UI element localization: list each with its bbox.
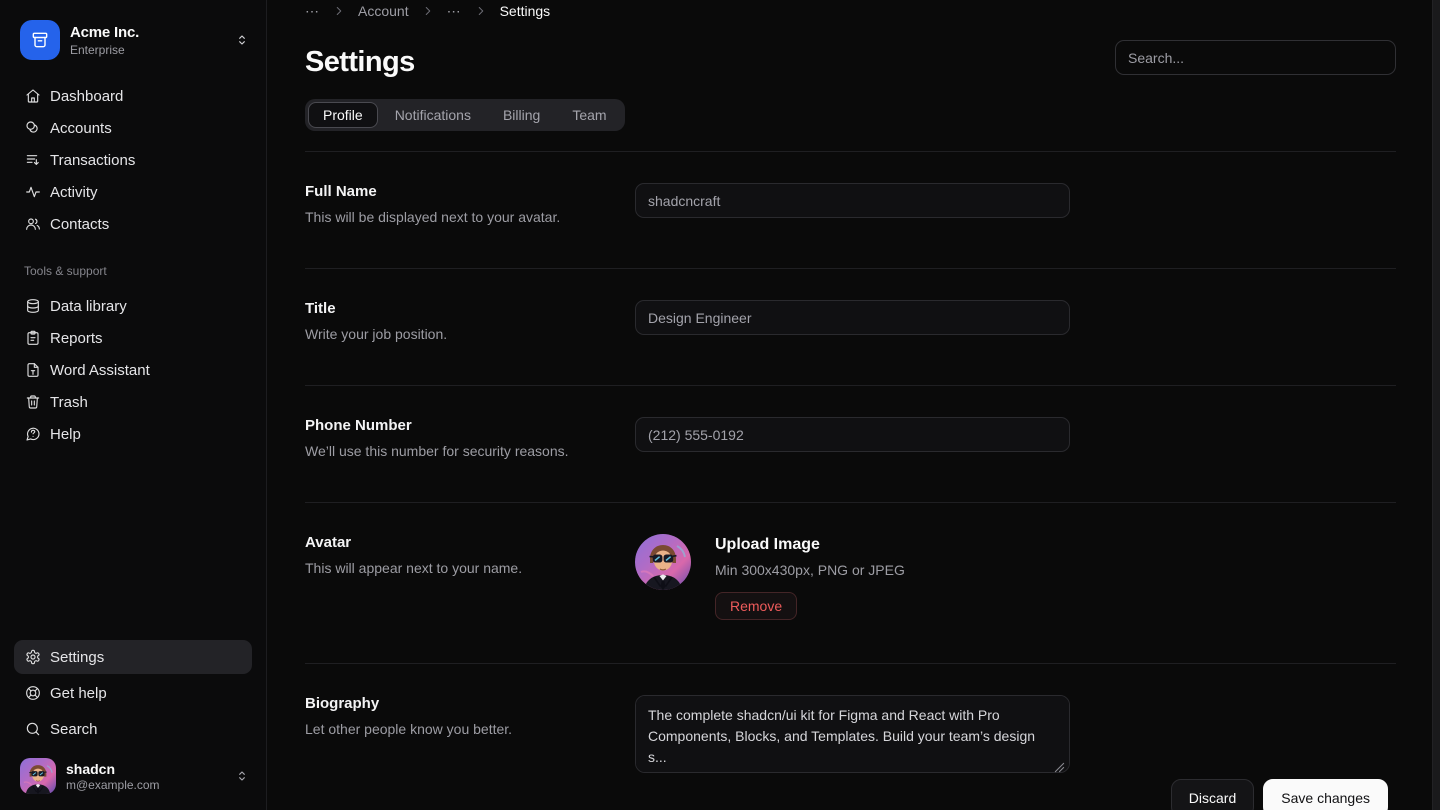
user-avatar xyxy=(20,758,56,794)
sidebar-item-get-help[interactable]: Get help xyxy=(14,676,252,710)
title-row: Title Write your job position. xyxy=(305,269,1396,386)
avatar-label: Avatar xyxy=(305,534,635,551)
remove-avatar-button[interactable]: Remove xyxy=(715,592,797,620)
full-name-field[interactable] xyxy=(635,183,1070,218)
biography-description: Let other people know you better. xyxy=(305,721,635,737)
avatar-preview xyxy=(635,534,691,590)
tools-nav: Data library Reports Word Assistant Tras… xyxy=(0,286,266,450)
phone-description: We’ll use this number for security reaso… xyxy=(305,443,635,459)
sidebar-item-data-library[interactable]: Data library xyxy=(14,290,252,322)
biography-label: Biography xyxy=(305,695,635,712)
tab-billing[interactable]: Billing xyxy=(488,102,555,128)
sidebar-item-trash[interactable]: Trash xyxy=(14,386,252,418)
biography-field[interactable]: The complete shadcn/ui kit for Figma and… xyxy=(635,695,1070,773)
settings-page: Acme Inc. Enterprise Dashboard Accounts … xyxy=(0,0,1440,810)
sidebar-item-label: Reports xyxy=(50,330,103,347)
sidebar-item-label: Search xyxy=(50,721,98,738)
org-logo xyxy=(20,20,60,60)
tab-team[interactable]: Team xyxy=(557,102,621,128)
sidebar-item-label: Get help xyxy=(50,685,107,702)
sidebar-item-search[interactable]: Search xyxy=(14,712,252,746)
org-plan: Enterprise xyxy=(70,43,224,57)
pulse-icon xyxy=(25,184,41,200)
sidebar-item-label: Settings xyxy=(50,649,104,666)
sidebar-item-settings[interactable]: Settings xyxy=(14,640,252,674)
file-type-icon xyxy=(25,362,41,378)
database-icon xyxy=(25,298,41,314)
help-bubble-icon xyxy=(25,426,41,442)
resize-handle-icon[interactable] xyxy=(1054,760,1065,771)
breadcrumb-ellipsis[interactable]: ⋯ xyxy=(447,3,462,20)
save-changes-button[interactable]: Save changes xyxy=(1263,779,1388,810)
breadcrumb-ellipsis[interactable]: ⋯ xyxy=(305,3,320,20)
sidebar-item-label: Activity xyxy=(50,184,98,201)
breadcrumb-account[interactable]: Account xyxy=(358,3,409,19)
breadcrumb: ⋯ Account ⋯ Settings xyxy=(305,0,1396,20)
phone-row: Phone Number We’ll use this number for s… xyxy=(305,386,1396,503)
sidebar-item-contacts[interactable]: Contacts xyxy=(14,208,252,240)
tab-notifications[interactable]: Notifications xyxy=(380,102,486,128)
biography-row: Biography Let other people know you bett… xyxy=(305,664,1396,778)
title-label: Title xyxy=(305,300,635,317)
avatar-description: This will appear next to your name. xyxy=(305,560,635,576)
sidebar-item-activity[interactable]: Activity xyxy=(14,176,252,208)
tools-section-label: Tools & support xyxy=(0,240,266,286)
sidebar-item-dashboard[interactable]: Dashboard xyxy=(14,80,252,112)
phone-label: Phone Number xyxy=(305,417,635,434)
chevron-right-icon xyxy=(332,4,346,18)
title-description: Write your job position. xyxy=(305,326,635,342)
sidebar-item-label: Dashboard xyxy=(50,88,123,105)
discard-button[interactable]: Discard xyxy=(1171,779,1254,810)
sidebar-item-help[interactable]: Help xyxy=(14,418,252,450)
magnifier-icon xyxy=(25,721,41,737)
archive-icon xyxy=(30,30,50,50)
user-menu[interactable]: shadcn m@example.com xyxy=(0,748,266,810)
list-arrow-icon xyxy=(25,152,41,168)
sidebar-item-label: Data library xyxy=(50,298,127,315)
sidebar-item-label: Help xyxy=(50,426,81,443)
users-icon xyxy=(25,216,41,232)
sidebar-item-word-assistant[interactable]: Word Assistant xyxy=(14,354,252,386)
upload-image-hint: Min 300x430px, PNG or JPEG xyxy=(715,562,905,578)
sidebar-item-label: Word Assistant xyxy=(50,362,150,379)
chevron-right-icon xyxy=(474,4,488,18)
upload-image-title[interactable]: Upload Image xyxy=(715,534,905,554)
primary-nav: Dashboard Accounts Transactions Activity… xyxy=(0,76,266,240)
full-name-label: Full Name xyxy=(305,183,635,200)
user-email: m@example.com xyxy=(66,778,224,792)
user-name: shadcn xyxy=(66,761,224,777)
main-content: ⋯ Account ⋯ Settings Settings Profile No… xyxy=(267,0,1432,810)
footer-nav: Settings Get help Search xyxy=(0,640,266,748)
full-name-description: This will be displayed next to your avat… xyxy=(305,209,635,225)
clipboard-icon xyxy=(25,330,41,346)
sidebar-item-label: Transactions xyxy=(50,152,135,169)
house-icon xyxy=(25,88,41,104)
tab-profile[interactable]: Profile xyxy=(308,102,378,128)
sidebar-item-transactions[interactable]: Transactions xyxy=(14,144,252,176)
full-name-row: Full Name This will be displayed next to… xyxy=(305,152,1396,269)
breadcrumb-current: Settings xyxy=(500,3,551,19)
scrollbar[interactable] xyxy=(1432,0,1440,810)
coins-icon xyxy=(25,120,41,136)
sidebar: Acme Inc. Enterprise Dashboard Accounts … xyxy=(0,0,267,810)
settings-tabs: Profile Notifications Billing Team xyxy=(305,99,625,131)
job-title-field[interactable] xyxy=(635,300,1070,335)
search-input[interactable] xyxy=(1115,40,1396,75)
chevron-right-icon xyxy=(421,4,435,18)
sidebar-item-reports[interactable]: Reports xyxy=(14,322,252,354)
sidebar-item-label: Contacts xyxy=(50,216,109,233)
chevrons-up-down-icon xyxy=(234,32,250,48)
org-switcher[interactable]: Acme Inc. Enterprise xyxy=(0,0,266,76)
sidebar-item-accounts[interactable]: Accounts xyxy=(14,112,252,144)
avatar-row: Avatar This will appear next to your nam… xyxy=(305,503,1396,664)
gear-icon xyxy=(25,649,41,665)
org-name: Acme Inc. xyxy=(70,24,224,41)
phone-field[interactable] xyxy=(635,417,1070,452)
form-actions: Discard Save changes xyxy=(1171,779,1388,810)
trash-icon xyxy=(25,394,41,410)
sidebar-item-label: Accounts xyxy=(50,120,112,137)
sidebar-item-label: Trash xyxy=(50,394,88,411)
lifebuoy-icon xyxy=(25,685,41,701)
chevrons-up-down-icon xyxy=(234,768,250,784)
